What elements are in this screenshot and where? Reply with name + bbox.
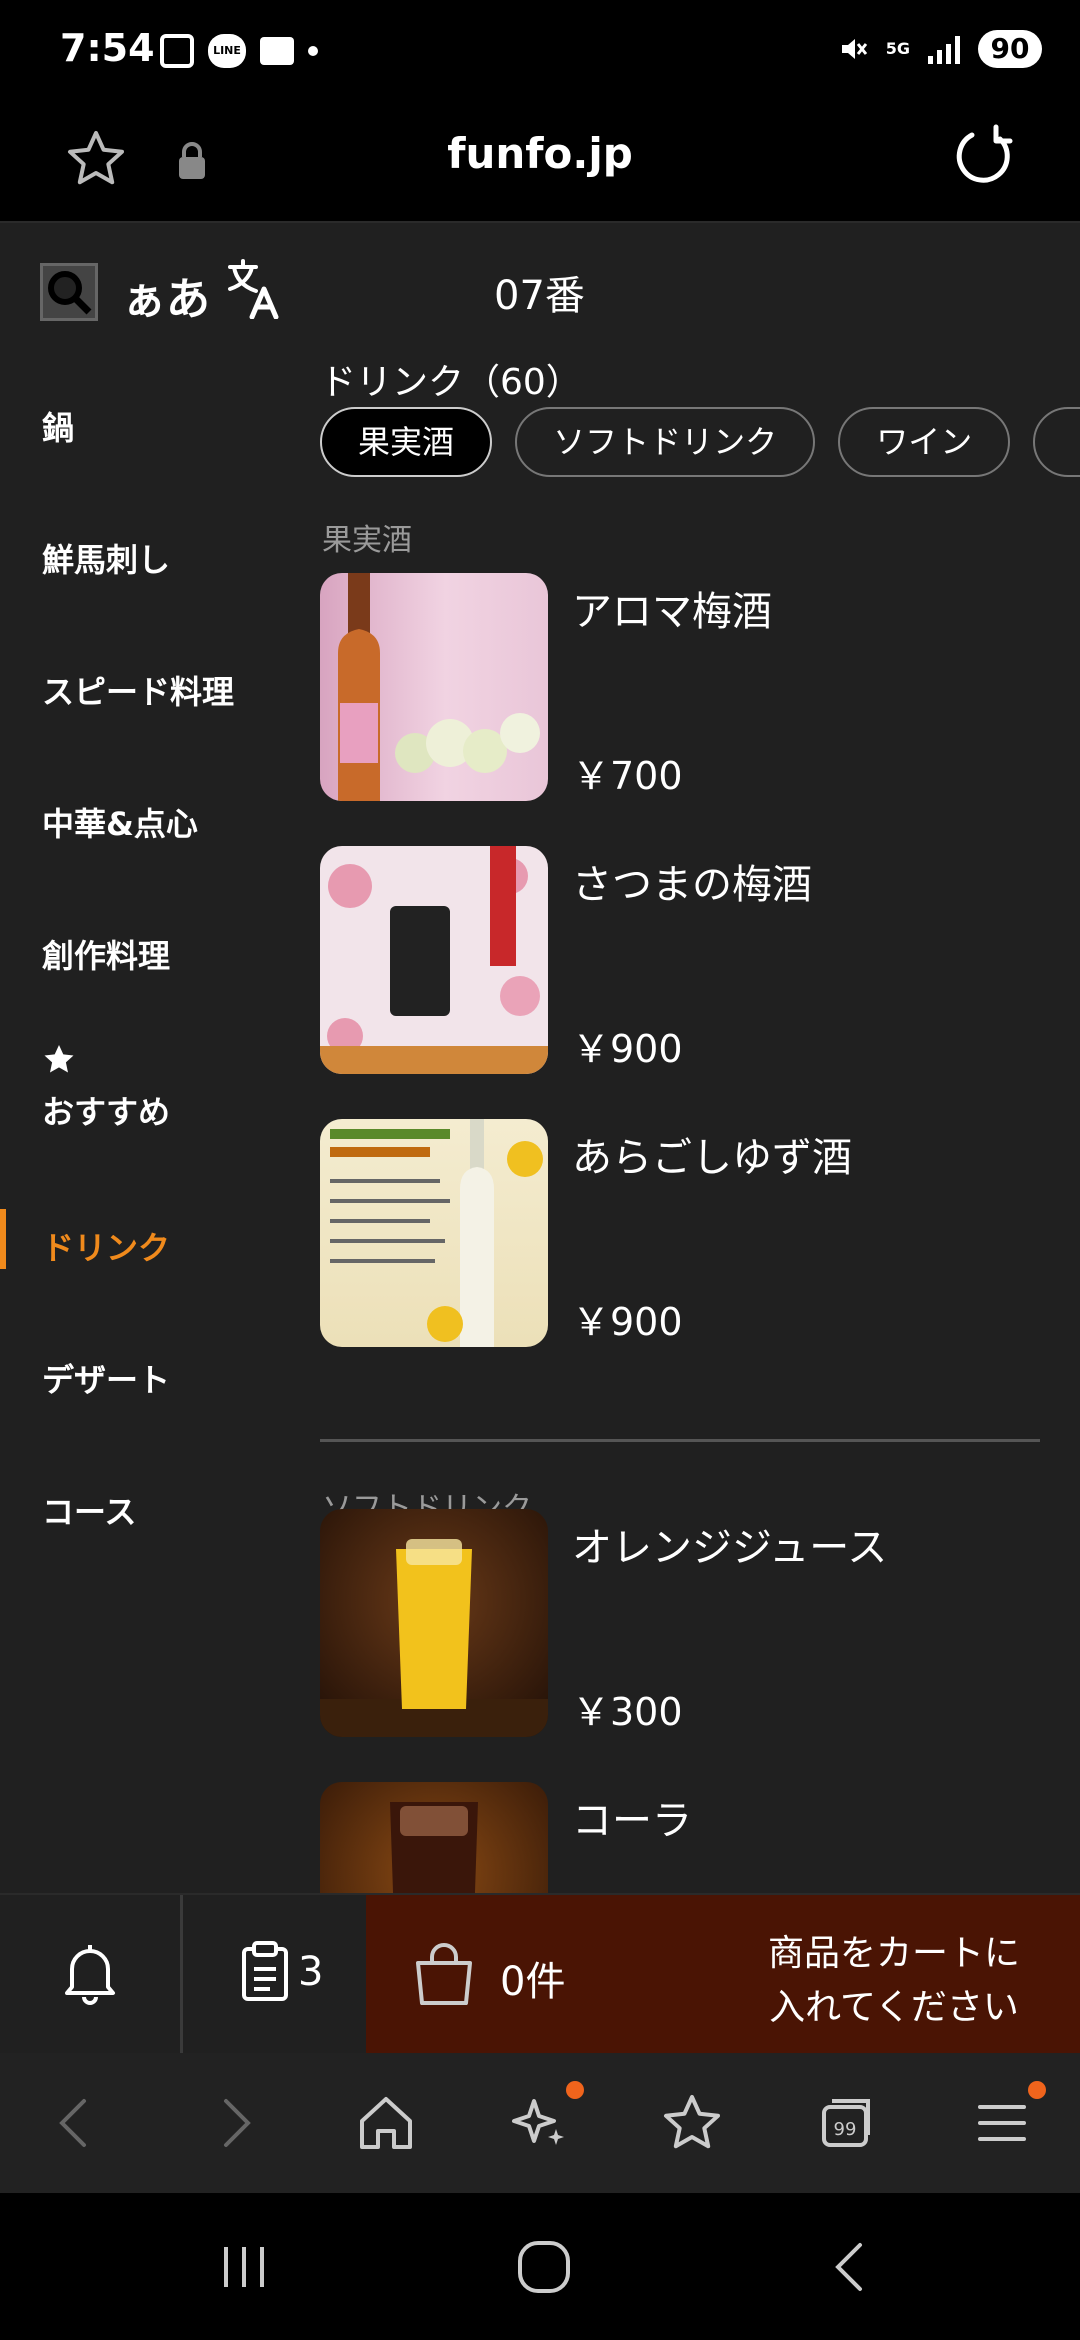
- more-notifications-dot: [308, 46, 318, 56]
- home-button-icon[interactable]: [514, 2237, 574, 2297]
- sidebar-item-creative[interactable]: 創作料理: [0, 911, 300, 991]
- tabs-icon[interactable]: 99: [814, 2091, 878, 2155]
- signal-icon: [928, 34, 960, 64]
- order-count: 3: [298, 1949, 324, 1995]
- sidebar-item-label: 鮮馬刺し: [42, 541, 171, 579]
- cart-button[interactable]: 0件 商品をカートに入れてください: [366, 1895, 1080, 2055]
- chip-fruit-liquor[interactable]: 果実酒: [320, 407, 493, 477]
- page-domain[interactable]: funfo.jp: [0, 129, 1080, 178]
- sparkle-badge: [566, 2081, 584, 2099]
- mute-icon: [841, 39, 867, 59]
- sidebar-item-basashi[interactable]: 鮮馬刺し: [0, 515, 300, 595]
- item-name: あらごしゆず酒: [572, 1135, 852, 1181]
- sidebar-item-chinese[interactable]: 中華&点心: [0, 779, 300, 859]
- orange-juice-image: [320, 1509, 548, 1737]
- sidebar-item-label: 鍋: [42, 409, 75, 447]
- item-price: ￥300: [572, 1690, 683, 1734]
- screenshot-icon: [160, 34, 194, 68]
- tv-icon: [260, 37, 294, 65]
- shopping-bag-icon: [416, 1943, 472, 2005]
- menu-item-yuzu-sake[interactable]: あらごしゆず酒 ￥900: [320, 1119, 1040, 1349]
- star-icon: [44, 1045, 74, 1073]
- menu-toolbar: ぁあ 07番: [0, 223, 1080, 353]
- sparkle-icon[interactable]: [508, 2091, 572, 2155]
- status-time: 7:54: [60, 26, 155, 70]
- aroma-umeshu-image: [320, 573, 548, 801]
- item-name: アロマ梅酒: [572, 589, 772, 635]
- back-arrow-icon[interactable]: [44, 2091, 108, 2155]
- menu-item-aroma-umeshu[interactable]: アロマ梅酒 ￥700: [320, 573, 1040, 803]
- cola-image: [320, 1782, 548, 1893]
- item-price: ￥900: [572, 1300, 683, 1344]
- chip-soft-drink[interactable]: ソフトドリンク: [515, 407, 816, 477]
- system-nav-bar: [0, 2193, 1080, 2340]
- menu-icon[interactable]: [970, 2091, 1034, 2155]
- table-number: 07番: [494, 273, 585, 319]
- cart-count: 0件: [500, 1959, 566, 2005]
- bookmarks-star-icon[interactable]: [660, 2091, 724, 2155]
- font-size-button[interactable]: ぁあ: [122, 263, 210, 327]
- system-back-icon[interactable]: [820, 2237, 880, 2297]
- recent-apps-icon[interactable]: [214, 2237, 274, 2297]
- group-divider: [320, 1439, 1040, 1442]
- sidebar-item-label: ドリンク: [42, 1229, 171, 1267]
- menu-item-satsuma-umeshu[interactable]: さつまの梅酒 ￥900: [320, 846, 1040, 1076]
- browser-address-bar: funfo.jp: [0, 105, 1080, 223]
- sidebar-item-nabe[interactable]: 鍋: [0, 383, 300, 463]
- menu-page: ぁあ 07番 鍋 鮮馬刺し スピード料理 中華&点心 創作料理 おすすめ ドリン…: [0, 223, 1080, 1893]
- svg-text:99: 99: [834, 2119, 857, 2140]
- status-bar: 7:54 LINE 5G 90: [0, 0, 1080, 105]
- sidebar-item-label: デザート: [42, 1361, 171, 1399]
- sidebar-item-speed[interactable]: スピード料理: [0, 647, 300, 727]
- sidebar-item-drink[interactable]: ドリンク: [0, 1203, 300, 1283]
- sidebar-item-label: 中華&点心: [42, 805, 198, 843]
- item-name: コーラ: [572, 1798, 692, 1844]
- item-price: ￥700: [572, 754, 683, 798]
- translate-icon[interactable]: [226, 259, 282, 319]
- section-title: ドリンク（60）: [320, 362, 582, 403]
- sidebar-item-course[interactable]: コース: [0, 1467, 300, 1547]
- subcategory-chips: 果実酒 ソフトドリンク ワイン: [320, 407, 1080, 481]
- order-action-bar: 3 0件 商品をカートに入れてください: [0, 1893, 1080, 2055]
- item-name: オレンジジュース: [572, 1525, 888, 1571]
- sidebar-item-dessert[interactable]: デザート: [0, 1335, 300, 1415]
- sidebar-item-label: スピード料理: [42, 673, 235, 711]
- sidebar-item-recommended[interactable]: おすすめ: [0, 1043, 300, 1153]
- chip-more[interactable]: [1033, 407, 1080, 477]
- search-icon[interactable]: [40, 263, 98, 321]
- sidebar-item-label: おすすめ: [42, 1093, 171, 1131]
- reload-icon[interactable]: [952, 123, 1016, 187]
- browser-nav-bar: 99: [0, 2053, 1080, 2193]
- satsuma-umeshu-image: [320, 846, 548, 1074]
- battery-indicator: 90: [978, 30, 1042, 68]
- cart-message: 商品をカートに入れてください: [767, 1933, 1020, 2028]
- forward-arrow-icon[interactable]: [202, 2091, 266, 2155]
- status-notifications: LINE: [160, 34, 318, 68]
- call-staff-bell-icon[interactable]: [60, 1941, 120, 2005]
- clipboard-icon: [242, 1941, 288, 2001]
- network-type: 5G: [885, 39, 910, 58]
- sidebar-item-label: 創作料理: [42, 937, 171, 975]
- order-history-button[interactable]: 3: [240, 1941, 323, 2003]
- sidebar-item-label: コース: [42, 1493, 137, 1531]
- yuzu-sake-image: [320, 1119, 548, 1347]
- home-icon[interactable]: [354, 2091, 418, 2155]
- line-app-icon: LINE: [208, 34, 246, 68]
- status-system-icons: 5G 90: [838, 30, 1042, 68]
- group-title: 果実酒: [322, 523, 412, 558]
- menu-badge: [1028, 2081, 1046, 2099]
- menu-item-orange-juice[interactable]: オレンジジュース ￥300: [320, 1509, 1040, 1739]
- chip-wine[interactable]: ワイン: [838, 407, 1011, 477]
- item-price: ￥900: [572, 1027, 683, 1071]
- menu-item-cola[interactable]: コーラ: [320, 1782, 1040, 1893]
- item-name: さつまの梅酒: [572, 862, 812, 908]
- action-bar-separator: [180, 1895, 183, 2055]
